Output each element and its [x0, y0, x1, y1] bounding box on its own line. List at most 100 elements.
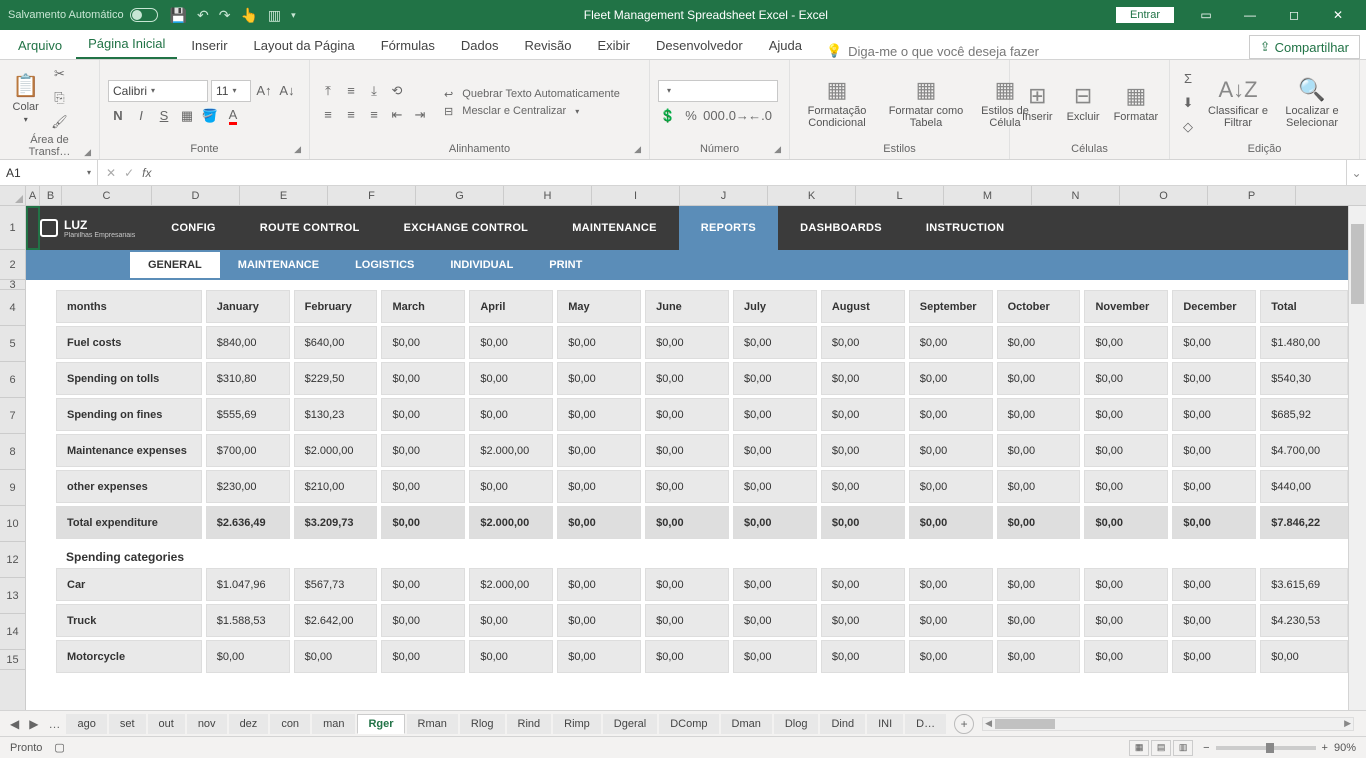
sheet-nav-next[interactable]: ▶: [25, 717, 42, 731]
row-header[interactable]: 4: [0, 290, 25, 326]
column-header[interactable]: G: [416, 186, 504, 205]
view-page-layout-icon[interactable]: ▤: [1151, 740, 1171, 756]
nav-config[interactable]: CONFIG: [149, 206, 238, 250]
table-cell[interactable]: $0,00: [909, 434, 993, 467]
table-cell[interactable]: $1.480,00: [1260, 326, 1348, 359]
sheet-tab[interactable]: ago: [66, 714, 106, 734]
sheet-tab[interactable]: DComp: [659, 714, 718, 734]
table-cell[interactable]: $0,00: [381, 326, 465, 359]
view-page-break-icon[interactable]: ▥: [1173, 740, 1193, 756]
table-cell[interactable]: $0,00: [469, 470, 553, 503]
fx-icon[interactable]: fx: [142, 166, 151, 180]
save-icon[interactable]: 💾: [170, 7, 187, 24]
table-header-cell[interactable]: August: [821, 290, 905, 323]
nav-dashboards[interactable]: DASHBOARDS: [778, 206, 904, 250]
name-box[interactable]: A1▾: [0, 160, 98, 185]
table-header-cell[interactable]: January: [206, 290, 290, 323]
conditional-format-button[interactable]: ▦Formatação Condicional: [798, 75, 876, 131]
table-cell[interactable]: $3.615,69: [1260, 568, 1348, 601]
increase-decimal-icon[interactable]: .0→: [727, 106, 747, 126]
table-cell[interactable]: $0,00: [469, 326, 553, 359]
align-right-icon[interactable]: ≡: [364, 105, 384, 125]
table-cell[interactable]: $0,00: [206, 640, 290, 673]
table-cell[interactable]: Total expenditure: [56, 506, 202, 539]
print-icon[interactable]: ▥: [268, 7, 281, 24]
table-cell[interactable]: $0,00: [1084, 470, 1168, 503]
sheet-nav-prev[interactable]: ◀: [6, 717, 23, 731]
close-button[interactable]: ✕: [1318, 3, 1358, 27]
copy-icon[interactable]: ⎘: [49, 88, 69, 108]
sheet-tab[interactable]: Rger: [357, 714, 404, 734]
cancel-formula-icon[interactable]: ✕: [106, 166, 116, 180]
table-cell[interactable]: $0,00: [1172, 362, 1256, 395]
accounting-format-icon[interactable]: 💲: [658, 106, 678, 126]
row-header[interactable]: 3: [0, 280, 25, 290]
table-cell[interactable]: $0,00: [1172, 470, 1256, 503]
table-cell[interactable]: $0,00: [909, 398, 993, 431]
column-header[interactable]: E: [240, 186, 328, 205]
table-cell[interactable]: $0,00: [381, 362, 465, 395]
table-cell[interactable]: $0,00: [294, 640, 378, 673]
undo-icon[interactable]: ↶: [197, 7, 209, 24]
table-header-cell[interactable]: March: [381, 290, 465, 323]
align-middle-icon[interactable]: ≡: [341, 81, 361, 101]
sheet-tab[interactable]: Dgeral: [603, 714, 657, 734]
table-cell[interactable]: Spending on tolls: [56, 362, 202, 395]
table-cell[interactable]: $2.642,00: [294, 604, 378, 637]
table-cell[interactable]: $0,00: [645, 398, 729, 431]
align-left-icon[interactable]: ≡: [318, 105, 338, 125]
table-cell[interactable]: $7.846,22: [1260, 506, 1348, 539]
table-cell[interactable]: $0,00: [733, 506, 817, 539]
row-header[interactable]: 7: [0, 398, 25, 434]
table-cell[interactable]: $685,92: [1260, 398, 1348, 431]
table-cell[interactable]: $0,00: [733, 568, 817, 601]
table-header-cell[interactable]: April: [469, 290, 553, 323]
redo-icon[interactable]: ↷: [219, 7, 231, 24]
table-cell[interactable]: $210,00: [294, 470, 378, 503]
tab-file[interactable]: Arquivo: [6, 32, 74, 59]
table-cell[interactable]: $0,00: [997, 362, 1081, 395]
column-header[interactable]: L: [856, 186, 944, 205]
column-header[interactable]: O: [1120, 186, 1208, 205]
table-cell[interactable]: $0,00: [645, 640, 729, 673]
table-cell[interactable]: $0,00: [1172, 604, 1256, 637]
table-cell[interactable]: $0,00: [909, 326, 993, 359]
nav-exchange-control[interactable]: EXCHANGE CONTROL: [382, 206, 551, 250]
decrease-indent-icon[interactable]: ⇤: [387, 105, 407, 125]
column-header[interactable]: F: [328, 186, 416, 205]
table-header-cell[interactable]: June: [645, 290, 729, 323]
horizontal-scrollbar[interactable]: ◀▶: [982, 717, 1354, 731]
column-header[interactable]: H: [504, 186, 592, 205]
table-header-cell[interactable]: December: [1172, 290, 1256, 323]
table-cell[interactable]: Spending on fines: [56, 398, 202, 431]
zoom-control[interactable]: − + 90%: [1203, 742, 1356, 754]
table-cell[interactable]: $0,00: [997, 470, 1081, 503]
tab-view[interactable]: Exibir: [585, 32, 642, 59]
row-header[interactable]: 6: [0, 362, 25, 398]
wrap-text-button[interactable]: ↩ Quebrar Texto Automaticamente: [444, 88, 620, 101]
table-cell[interactable]: $3.209,73: [294, 506, 378, 539]
table-cell[interactable]: Truck: [56, 604, 202, 637]
table-cell[interactable]: $0,00: [557, 398, 641, 431]
comma-format-icon[interactable]: 000: [704, 106, 724, 126]
tab-layout[interactable]: Layout da Página: [242, 32, 367, 59]
column-header[interactable]: P: [1208, 186, 1296, 205]
table-cell[interactable]: $2.000,00: [294, 434, 378, 467]
formula-bar[interactable]: [159, 160, 1346, 185]
paste-button[interactable]: 📋Colar▾: [8, 71, 43, 126]
expand-formula-bar-icon[interactable]: ⌄: [1346, 160, 1366, 185]
column-header[interactable]: J: [680, 186, 768, 205]
table-cell[interactable]: $0,00: [733, 398, 817, 431]
table-cell[interactable]: $0,00: [469, 640, 553, 673]
table-cell[interactable]: $0,00: [557, 326, 641, 359]
table-cell[interactable]: $700,00: [206, 434, 290, 467]
worksheet-area[interactable]: LUZPlanilhas Empresariais CONFIG ROUTE C…: [26, 206, 1348, 710]
table-cell[interactable]: $0,00: [909, 604, 993, 637]
column-header[interactable]: D: [152, 186, 240, 205]
table-cell[interactable]: $0,00: [1084, 434, 1168, 467]
table-cell[interactable]: $0,00: [645, 568, 729, 601]
table-cell[interactable]: $2.636,49: [206, 506, 290, 539]
ribbon-display-icon[interactable]: ▭: [1186, 3, 1226, 27]
nav-instruction[interactable]: INSTRUCTION: [904, 206, 1026, 250]
table-cell[interactable]: $0,00: [557, 640, 641, 673]
